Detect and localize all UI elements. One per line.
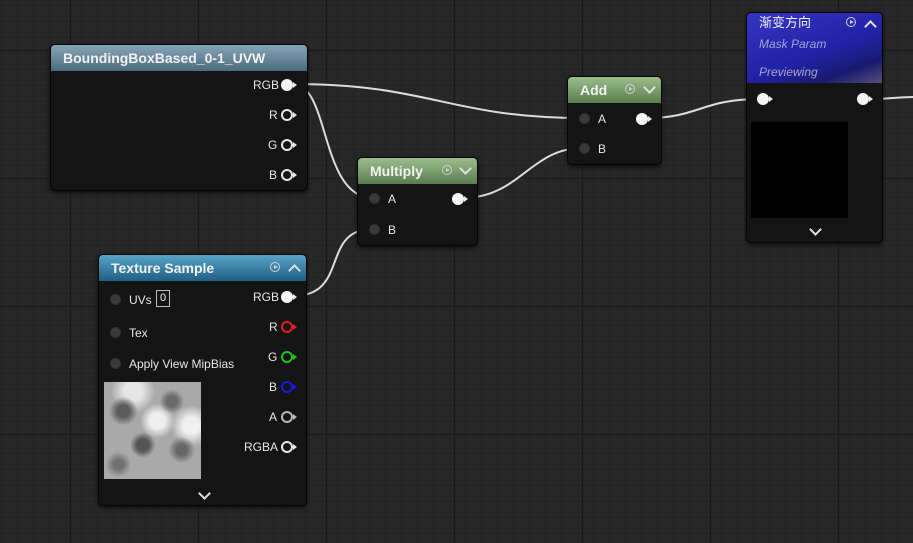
pin-label-r: R — [269, 320, 278, 334]
node-add[interactable]: Add A B — [567, 76, 662, 165]
output-pin-r[interactable] — [281, 321, 293, 333]
chevron-up-icon[interactable] — [864, 20, 877, 33]
output-pin[interactable] — [857, 93, 869, 105]
node-status: Previewing — [759, 65, 818, 79]
pin-arrow-icon — [869, 96, 873, 102]
output-pin-rgba[interactable] — [281, 441, 293, 453]
pin-label-rgb: RGB — [253, 78, 280, 92]
pin-arrow-icon — [293, 82, 297, 88]
pin-label-b: B — [269, 168, 278, 182]
node-texture-sample[interactable]: Texture Sample UVs 0 Tex Apply View MipB… — [98, 254, 307, 506]
preview-toggle-icon[interactable] — [270, 262, 280, 272]
node-mask-param-header[interactable]: 渐变方向 Mask Param Previewing — [747, 13, 882, 83]
chevron-down-icon[interactable] — [198, 487, 211, 500]
pin-arrow-icon — [769, 96, 773, 102]
node-multiply[interactable]: Multiply A B — [357, 157, 478, 246]
chevron-up-icon[interactable] — [288, 264, 301, 277]
chevron-down-icon[interactable] — [643, 81, 656, 94]
node-title: Texture Sample — [111, 260, 215, 276]
pin-arrow-icon — [293, 172, 297, 178]
pin-label-b: B — [269, 380, 278, 394]
pin-arrow-icon — [293, 414, 297, 420]
input-pin-tex[interactable] — [110, 327, 121, 338]
preview-thumbnail — [751, 122, 848, 218]
input-pin-mipbias[interactable] — [110, 358, 121, 369]
input-pin-b[interactable] — [369, 224, 380, 235]
pin-arrow-icon — [293, 354, 297, 360]
input-pin-a[interactable] — [579, 113, 590, 124]
output-pin-a[interactable] — [281, 411, 293, 423]
output-pin-b[interactable] — [281, 169, 293, 181]
output-pin-r[interactable] — [281, 109, 293, 121]
output-pin-b[interactable] — [281, 381, 293, 393]
node-subtitle: Mask Param — [759, 37, 827, 51]
pin-label-rgba: RGBA — [244, 440, 279, 454]
node-boundingbox[interactable]: BoundingBoxBased_0-1_UVW RGB R G B — [50, 44, 308, 191]
output-pin-result[interactable] — [452, 193, 464, 205]
pin-arrow-icon — [293, 444, 297, 450]
node-boundingbox-header[interactable]: BoundingBoxBased_0-1_UVW — [51, 45, 307, 71]
pin-label-tex: Tex — [129, 326, 148, 340]
output-pin-g[interactable] — [281, 139, 293, 151]
output-pin-rgb[interactable] — [281, 291, 293, 303]
pin-label-r: R — [269, 108, 278, 122]
wire-add-to-mask — [645, 98, 763, 119]
input-pin[interactable] — [757, 93, 769, 105]
pin-arrow-icon — [293, 324, 297, 330]
pin-label-g: G — [268, 350, 278, 364]
node-multiply-header[interactable]: Multiply — [358, 158, 477, 184]
pin-label-a: A — [269, 410, 278, 424]
pin-label-mipbias: Apply View MipBias — [129, 357, 235, 371]
wire-multiply-to-add-b — [461, 147, 584, 199]
output-pin-g[interactable] — [281, 351, 293, 363]
pin-label-a: A — [388, 192, 397, 206]
pin-arrow-icon — [293, 294, 297, 300]
node-title: Add — [580, 82, 608, 98]
input-pin-b[interactable] — [579, 143, 590, 154]
uvs-value-field[interactable]: 0 — [156, 290, 171, 307]
pin-label-b: B — [388, 223, 397, 237]
node-mask-param[interactable]: 渐变方向 Mask Param Previewing — [746, 12, 883, 243]
input-pin-uvs[interactable] — [110, 294, 121, 305]
texture-preview-thumbnail — [104, 382, 201, 479]
node-title: Multiply — [370, 163, 423, 179]
chevron-down-icon[interactable] — [809, 223, 822, 236]
input-pin-a[interactable] — [369, 193, 380, 204]
preview-toggle-icon[interactable] — [625, 84, 635, 94]
pin-label-rgb: RGB — [253, 290, 280, 304]
output-pin-result[interactable] — [636, 113, 648, 125]
pin-label-a: A — [598, 112, 607, 126]
pin-label-uvs: UVs — [129, 293, 152, 307]
pin-arrow-icon — [464, 196, 468, 202]
pin-arrow-icon — [293, 112, 297, 118]
preview-toggle-icon[interactable] — [442, 165, 452, 175]
output-pin-rgb[interactable] — [281, 79, 293, 91]
pin-label-b: B — [598, 142, 607, 156]
wire-bbox-rgb-to-add-a — [292, 83, 584, 119]
pin-arrow-icon — [293, 384, 297, 390]
preview-toggle-icon[interactable] — [846, 17, 856, 27]
chevron-down-icon[interactable] — [459, 162, 472, 175]
node-add-header[interactable]: Add — [568, 77, 661, 103]
pin-arrow-icon — [648, 116, 652, 122]
pin-label-g: G — [268, 138, 278, 152]
node-title: 渐变方向 — [759, 15, 812, 30]
node-title: BoundingBoxBased_0-1_UVW — [63, 50, 266, 66]
node-texture-sample-header[interactable]: Texture Sample — [99, 255, 306, 281]
pin-arrow-icon — [293, 142, 297, 148]
